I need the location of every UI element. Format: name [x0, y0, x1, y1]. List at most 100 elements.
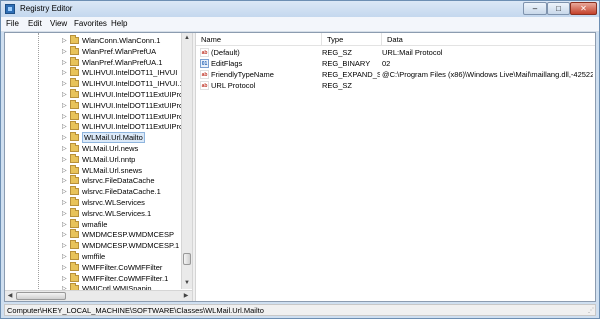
tree-item-label: WLMail.Url.Mailto	[82, 132, 145, 144]
expand-arrow-icon[interactable]: ▷	[62, 177, 67, 184]
column-header-name[interactable]: Name	[196, 33, 322, 46]
tree-vertical-scrollbar[interactable]: ▲ ▼	[181, 33, 192, 289]
expand-arrow-icon[interactable]: ▷	[62, 59, 67, 66]
menu-help[interactable]: Help	[111, 19, 127, 28]
tree-item-label: WMFFilter.CoWMFFilter.1	[82, 273, 169, 283]
folder-icon	[70, 207, 79, 217]
resize-grip-icon[interactable]: ⋰	[588, 307, 594, 314]
menu-edit[interactable]: Edit	[28, 19, 42, 28]
value-data: URL:Mail Protocol	[382, 48, 443, 57]
expand-arrow-icon[interactable]: ▷	[62, 48, 67, 55]
tree-item-label: WlanConn.WlanConn.1	[82, 36, 161, 45]
tree-item-label: wmffile	[82, 252, 106, 261]
values-pane: Name Type Data ab (Default) REG_SZ URL:Mail…	[196, 33, 595, 301]
horizontal-scroll-thumb[interactable]	[16, 292, 66, 300]
expand-arrow-icon[interactable]: ▷	[62, 231, 67, 238]
scroll-right-icon[interactable]: ▶	[181, 291, 191, 301]
tree-item-label: WlanPref.WlanPrefUA.1	[82, 57, 163, 67]
expand-arrow-icon[interactable]: ▷	[62, 69, 67, 76]
tree-horizontal-scrollbar[interactable]: ◀ ▶	[5, 290, 192, 301]
tree-item-label: WMFFilter.CoWMFFilter	[82, 262, 163, 272]
folder-icon	[70, 175, 79, 185]
value-name: EditFlags	[211, 59, 243, 68]
value-type: REG_SZ	[322, 81, 353, 90]
tree-item-label: wlsrvc.WLServices	[82, 198, 145, 207]
tree-item-label: wlsrvc.FileDataCache	[82, 176, 155, 186]
expand-arrow-icon[interactable]: ▷	[62, 188, 67, 195]
vertical-scroll-thumb[interactable]	[183, 253, 191, 265]
folder-icon	[70, 164, 79, 174]
folder-icon	[70, 132, 79, 142]
folder-icon	[70, 121, 79, 131]
title-bar[interactable]: Registry Editor – □ ✕	[1, 1, 599, 17]
folder-icon	[70, 218, 79, 228]
expand-arrow-icon[interactable]: ▷	[62, 145, 67, 152]
folder-icon	[70, 186, 79, 196]
folder-icon	[70, 35, 79, 44]
value-row[interactable]: 01 EditFlags REG_BINARY 02	[196, 58, 595, 69]
expand-arrow-icon[interactable]: ▷	[62, 242, 67, 249]
value-data: 02	[382, 59, 391, 68]
tree-item-label: wmafile	[82, 219, 108, 229]
expand-arrow-icon[interactable]: ▷	[62, 91, 67, 98]
expand-arrow-icon[interactable]: ▷	[62, 134, 67, 141]
folder-icon	[70, 89, 79, 98]
expand-arrow-icon[interactable]: ▷	[62, 221, 67, 228]
window-title: Registry Editor	[20, 4, 73, 13]
tree-item-label: WLMail.Url.news	[82, 144, 139, 153]
tree-item-label: WLIHVUI.IntelDOT11_IHVUI.1	[82, 79, 184, 89]
value-type: REG_SZ	[322, 48, 353, 57]
value-name: URL Protocol	[211, 81, 256, 90]
menu-favorites[interactable]: Favorites	[74, 19, 107, 28]
menu-file[interactable]: File	[6, 19, 19, 28]
expand-arrow-icon[interactable]: ▷	[62, 210, 67, 217]
tree-item-label: WLMail.Url.snews	[82, 165, 143, 175]
value-row[interactable]: ab URL Protocol REG_SZ	[196, 80, 595, 91]
column-header-type[interactable]: Type	[322, 33, 382, 46]
expand-arrow-icon[interactable]: ▷	[62, 156, 67, 163]
expand-arrow-icon[interactable]: ▷	[62, 253, 67, 260]
expand-arrow-icon[interactable]: ▷	[62, 113, 67, 120]
value-row[interactable]: ab (Default) REG_SZ URL:Mail Protocol	[196, 47, 595, 58]
tree-item-label: WLMail.Url.nntp	[82, 154, 136, 164]
maximize-button[interactable]: □	[547, 2, 570, 15]
tree-item-label: wlsrvc.WLServices.1	[82, 208, 152, 218]
key-tree: ▷ WlanConn.WlanConn.1 ▷ WlanPref.WlanPrefUA…	[5, 33, 192, 301]
folder-icon	[70, 45, 79, 55]
tree-item-label: WLIHVUI.IntelDOT11_IHVUI	[82, 68, 178, 78]
folder-icon	[70, 251, 79, 260]
status-bar: Computer\HKEY_LOCAL_MACHINE\SOFTWARE\Cla…	[4, 304, 596, 316]
binary-value-icon: 01	[200, 59, 209, 68]
scroll-down-icon[interactable]: ▼	[182, 278, 192, 288]
expand-arrow-icon[interactable]: ▷	[62, 264, 67, 271]
column-header-data[interactable]: Data	[382, 33, 595, 46]
value-data: @C:\Program Files (x86)\Windows Live\Mai…	[382, 70, 593, 79]
menu-bar: File Edit View Favorites Help	[1, 17, 599, 32]
expand-arrow-icon[interactable]: ▷	[62, 123, 67, 130]
folder-icon	[70, 67, 79, 77]
main-content: ▷ WlanConn.WlanConn.1 ▷ WlanPref.WlanPrefUA…	[4, 32, 596, 302]
folder-icon	[70, 99, 79, 109]
status-path: Computer\HKEY_LOCAL_MACHINE\SOFTWARE\Cla…	[7, 306, 264, 315]
registry-editor-window: Registry Editor – □ ✕ File Edit View Fav…	[0, 0, 600, 319]
expand-arrow-icon[interactable]: ▷	[62, 37, 67, 44]
registry-app-icon	[5, 4, 15, 14]
expand-arrow-icon[interactable]: ▷	[62, 275, 67, 282]
value-name: (Default)	[211, 48, 240, 57]
scroll-left-icon[interactable]: ◀	[5, 291, 15, 301]
folder-icon	[70, 153, 79, 163]
folder-icon	[70, 143, 79, 152]
scroll-up-icon[interactable]: ▲	[182, 33, 192, 43]
minimize-button[interactable]: –	[523, 2, 547, 15]
menu-view[interactable]: View	[50, 19, 67, 28]
folder-icon	[70, 261, 79, 271]
expand-arrow-icon[interactable]: ▷	[62, 102, 67, 109]
close-button[interactable]: ✕	[570, 2, 597, 15]
folder-icon	[70, 272, 79, 282]
expand-arrow-icon[interactable]: ▷	[62, 167, 67, 174]
expand-arrow-icon[interactable]: ▷	[62, 199, 67, 206]
value-row[interactable]: abFriendlyTypeName REG_EXPAND_SZ@C:\Progr…	[196, 69, 595, 80]
folder-icon	[70, 229, 79, 239]
folder-icon	[70, 240, 79, 250]
expand-arrow-icon[interactable]: ▷	[62, 80, 67, 87]
